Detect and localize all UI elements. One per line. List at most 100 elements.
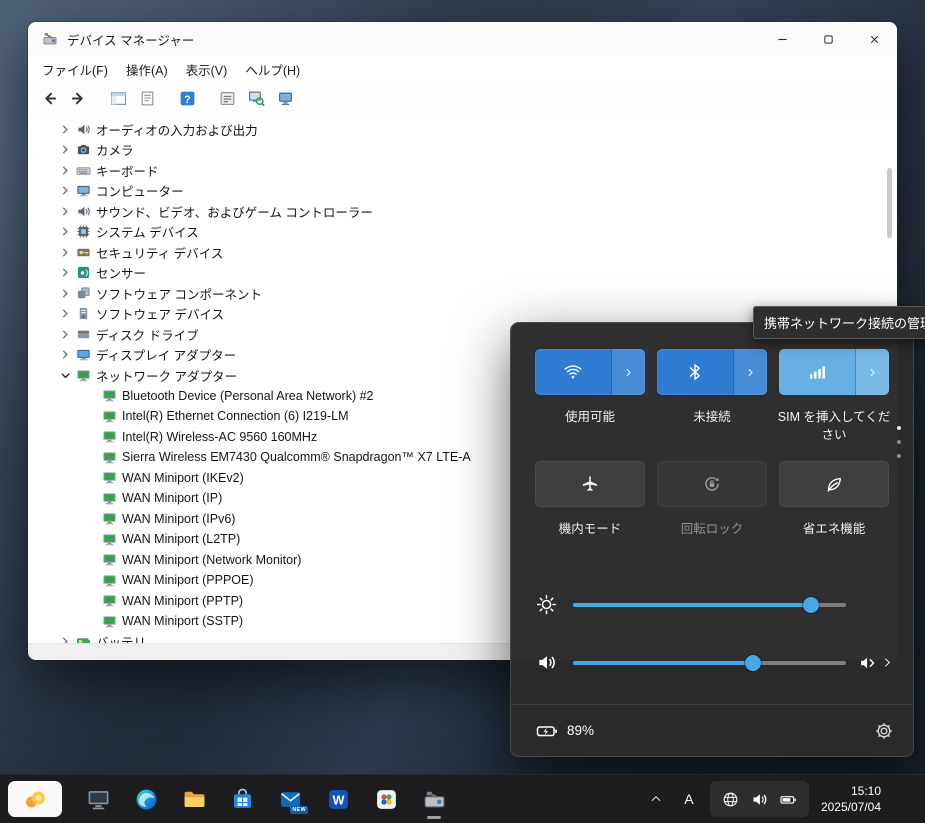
audio-output-icon[interactable] [857,652,879,674]
qs-toggle-cellular[interactable] [779,349,889,395]
chevron-right-icon[interactable] [58,347,73,362]
chevron-right-icon[interactable] [58,224,73,239]
brightness-row [511,593,913,617]
tray-volume-icon [750,790,769,809]
qs-toggle-label: 未接続 [653,408,771,426]
battery-percent: 89% [567,723,594,738]
tree-item[interactable]: コンピューター [28,181,897,202]
chevron-right-icon[interactable] [58,122,73,137]
tree-item[interactable]: キーボード [28,160,897,181]
tree-scrollbar[interactable] [887,168,892,238]
tree-item[interactable]: カメラ [28,140,897,161]
scan-hardware-changes-button[interactable] [243,86,269,110]
settings-gear-icon[interactable] [873,720,895,742]
back-button[interactable] [36,86,62,110]
window-title: デバイス マネージャー [67,30,194,49]
minimize-icon [777,34,788,45]
taskbar-app-file-explorer[interactable] [170,777,218,821]
taskbar-app-store[interactable] [218,777,266,821]
help-button[interactable]: ? [174,86,200,110]
tree-item-label: WAN Miniport (PPPOE) [122,573,254,587]
audio-output-chevron-icon[interactable] [881,656,894,669]
taskbar: NEWW A 15:10 2025/07/04 [0,774,925,823]
taskbar-app-word[interactable]: W [314,777,362,821]
cellular-icon[interactable] [779,349,855,395]
qs-toggle-label: 使用可能 [531,408,649,426]
qs-button-airplane[interactable] [535,461,645,507]
device-manager-icon [422,787,447,812]
bluetooth-icon[interactable] [657,349,733,395]
clock[interactable]: 15:10 2025/07/04 [821,783,881,815]
tray-status-area[interactable] [710,781,809,817]
bluetooth-icon [685,362,705,382]
tree-item-label: WAN Miniport (IKEv2) [122,471,244,485]
brightness-fill [573,603,811,607]
qs-button-label: 回転ロック [653,520,771,538]
widgets-button[interactable] [8,781,62,817]
volume-speaker-icon [535,651,558,674]
tree-item[interactable]: サウンド、ビデオ、およびゲーム コントローラー [28,201,897,222]
title-bar[interactable]: デバイス マネージャー [28,22,897,56]
chevron-right-icon[interactable] [58,306,73,321]
volume-thumb[interactable] [745,655,761,671]
edge-icon [134,787,159,812]
chevron-down-icon[interactable] [58,368,73,383]
qs-button-label: 省エネ機能 [775,520,893,538]
chevron-right-icon[interactable] [611,349,645,395]
chevron-right-icon[interactable] [58,327,73,342]
chevron-right-icon[interactable] [58,245,73,260]
wifi-icon [563,362,583,382]
menu-file[interactable]: ファイル(F) [33,57,117,82]
qs-toggle-bluetooth[interactable] [657,349,767,395]
tree-item[interactable]: オーディオの入力および出力 [28,119,897,140]
chevron-right-icon[interactable] [58,286,73,301]
tree-item-label: ディスプレイ アダプター [96,345,236,364]
ime-indicator[interactable]: A [676,783,702,815]
taskbar-app-device-manager[interactable] [410,777,458,821]
menu-view[interactable]: 表示(V) [177,57,237,82]
chevron-right-icon[interactable] [58,265,73,280]
forward-button[interactable] [65,86,91,110]
chevron-right-icon[interactable] [58,142,73,157]
tree-item-label: カメラ [96,140,134,159]
tree-item[interactable]: システム デバイス [28,222,897,243]
brightness-slider[interactable] [573,603,846,607]
tree-item[interactable]: セキュリティ デバイス [28,242,897,263]
chevron-right-icon[interactable] [58,204,73,219]
properties-button[interactable] [214,86,240,110]
tree-item-label: WAN Miniport (Network Monitor) [122,553,301,567]
maximize-button[interactable] [805,22,851,56]
close-button[interactable] [851,22,897,56]
export-list-button[interactable] [134,86,160,110]
taskbar-app-photos[interactable] [362,777,410,821]
update-driver-button[interactable] [272,86,298,110]
tree-item[interactable]: センサー [28,263,897,284]
chevron-right-icon[interactable] [855,349,889,395]
taskbar-app-pc[interactable] [74,777,122,821]
qs-toggle-label: SIM を挿入してください [775,408,893,444]
taskbar-app-edge[interactable] [122,777,170,821]
battery-icon[interactable] [535,719,559,743]
brightness-thumb[interactable] [803,597,819,613]
update-driver-icon [277,90,294,107]
qs-page-dots[interactable] [897,426,901,458]
network-icon [76,368,91,383]
tree-item-label: ディスク ドライブ [96,325,199,344]
menu-bar: ファイル(F)操作(A)表示(V)ヘルプ(H) [28,56,897,83]
chevron-right-icon[interactable] [58,183,73,198]
menu-help[interactable]: ヘルプ(H) [236,57,309,82]
tray-overflow-button[interactable] [642,783,670,815]
wifi-icon[interactable] [535,349,611,395]
volume-slider[interactable] [573,661,846,665]
taskbar-app-outlook[interactable]: NEW [266,777,314,821]
show-console-tree-button[interactable] [105,86,131,110]
qs-button-energy-saver[interactable] [779,461,889,507]
chevron-right-icon[interactable] [58,163,73,178]
tree-item-label: Intel(R) Ethernet Connection (6) I219-LM [122,409,349,423]
chevron-right-icon[interactable] [733,349,767,395]
scan-hardware-icon [248,90,265,107]
qs-toggle-wifi[interactable] [535,349,645,395]
minimize-button[interactable] [759,22,805,56]
menu-action[interactable]: 操作(A) [117,57,177,82]
tree-item[interactable]: ソフトウェア コンポーネント [28,283,897,304]
